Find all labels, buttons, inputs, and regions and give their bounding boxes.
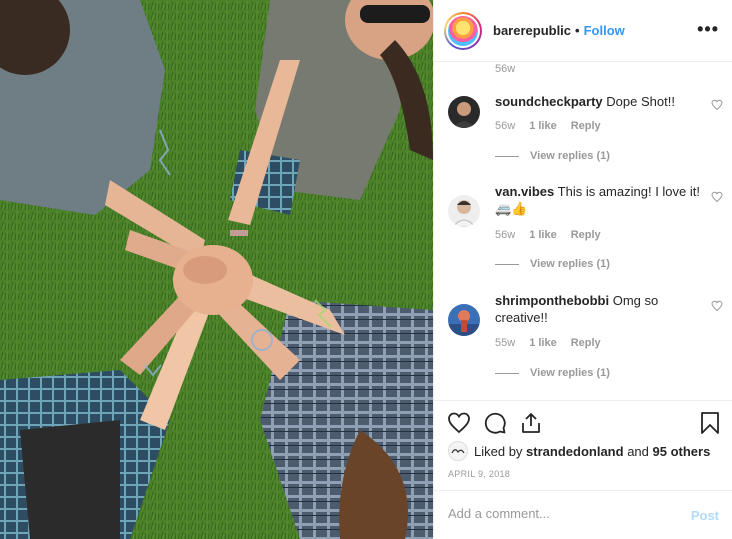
comment-input[interactable] [448,506,668,521]
comment-text: van.vibes This is amazing! I love it!🚐👍 [495,183,700,217]
comment-icon[interactable] [483,411,507,435]
view-replies-button[interactable]: View replies (1) [495,367,610,379]
profile-avatar[interactable] [444,11,482,50]
caption-timestamp: 56w [495,63,516,75]
comment-username[interactable]: soundcheckparty [495,94,603,109]
more-options-icon[interactable]: ••• [697,20,719,38]
comment-time: 56w [495,120,516,132]
reply-button[interactable]: Reply [571,337,601,349]
heart-icon[interactable] [447,411,471,435]
comment-text: shrimponthebobbi Omg so creative!! [495,292,700,326]
add-comment-section: Post [434,490,732,539]
username-link[interactable]: barerepublic [493,23,571,38]
like-comment-icon[interactable] [711,99,723,111]
view-replies-label: View replies (1) [530,150,610,162]
post-header: barerepublic • Follow ••• [434,0,732,62]
comment-likes[interactable]: 1 like [529,229,557,241]
reply-button[interactable]: Reply [571,120,601,132]
post-actions-bar [434,400,732,444]
view-replies-label: View replies (1) [530,367,610,379]
liker-username[interactable]: strandedonland [526,444,624,459]
liker-avatar[interactable] [448,441,468,461]
brand-logo-icon [448,15,478,46]
like-comment-icon[interactable] [711,300,723,312]
view-replies-label: View replies (1) [530,258,610,270]
likes-others-link[interactable]: 95 others [653,444,711,459]
bookmark-icon[interactable] [698,411,722,435]
replies-line [495,263,519,265]
comment-username[interactable]: shrimponthebobbi [495,293,609,308]
comment-text: soundcheckparty Dope Shot!! [495,93,700,110]
separator-dot: • [575,23,580,38]
replies-line [495,155,519,157]
share-icon[interactable] [519,411,543,435]
view-replies-button[interactable]: View replies (1) [495,150,610,162]
commenter-avatar[interactable] [448,96,480,128]
commenter-avatar[interactable] [448,195,480,227]
follow-button[interactable]: Follow [584,23,625,38]
comment-time: 56w [495,229,516,241]
post-comment-button[interactable]: Post [691,508,719,523]
comment-meta: 56w 1 like Reply [495,120,601,132]
replies-line [495,372,519,374]
hands-together-image [0,0,433,539]
liked-by-prefix: Liked by [474,443,523,459]
comments-list[interactable]: 56w soundcheckparty Dope Shot!! 56w 1 li… [434,63,732,399]
comment-body: Dope Shot!! [606,94,675,109]
reply-button[interactable]: Reply [571,229,601,241]
post-date[interactable]: APRIL 9, 2018 [448,469,510,479]
comment-username[interactable]: van.vibes [495,184,554,199]
likes-summary: Liked by strandedonland and 95 others [448,441,710,461]
comment-likes[interactable]: 1 like [529,120,557,132]
comment-meta: 55w 1 like Reply [495,337,601,349]
comment-likes[interactable]: 1 like [529,337,557,349]
post-side-panel: barerepublic • Follow ••• 56w soundcheck… [433,0,732,539]
commenter-avatar[interactable] [448,304,480,336]
comment-meta: 56w 1 like Reply [495,229,601,241]
comment-time: 55w [495,337,516,349]
post-photo[interactable] [0,0,433,539]
liked-by-and: and [627,443,649,459]
view-replies-button[interactable]: View replies (1) [495,258,610,270]
like-comment-icon[interactable] [711,191,723,203]
